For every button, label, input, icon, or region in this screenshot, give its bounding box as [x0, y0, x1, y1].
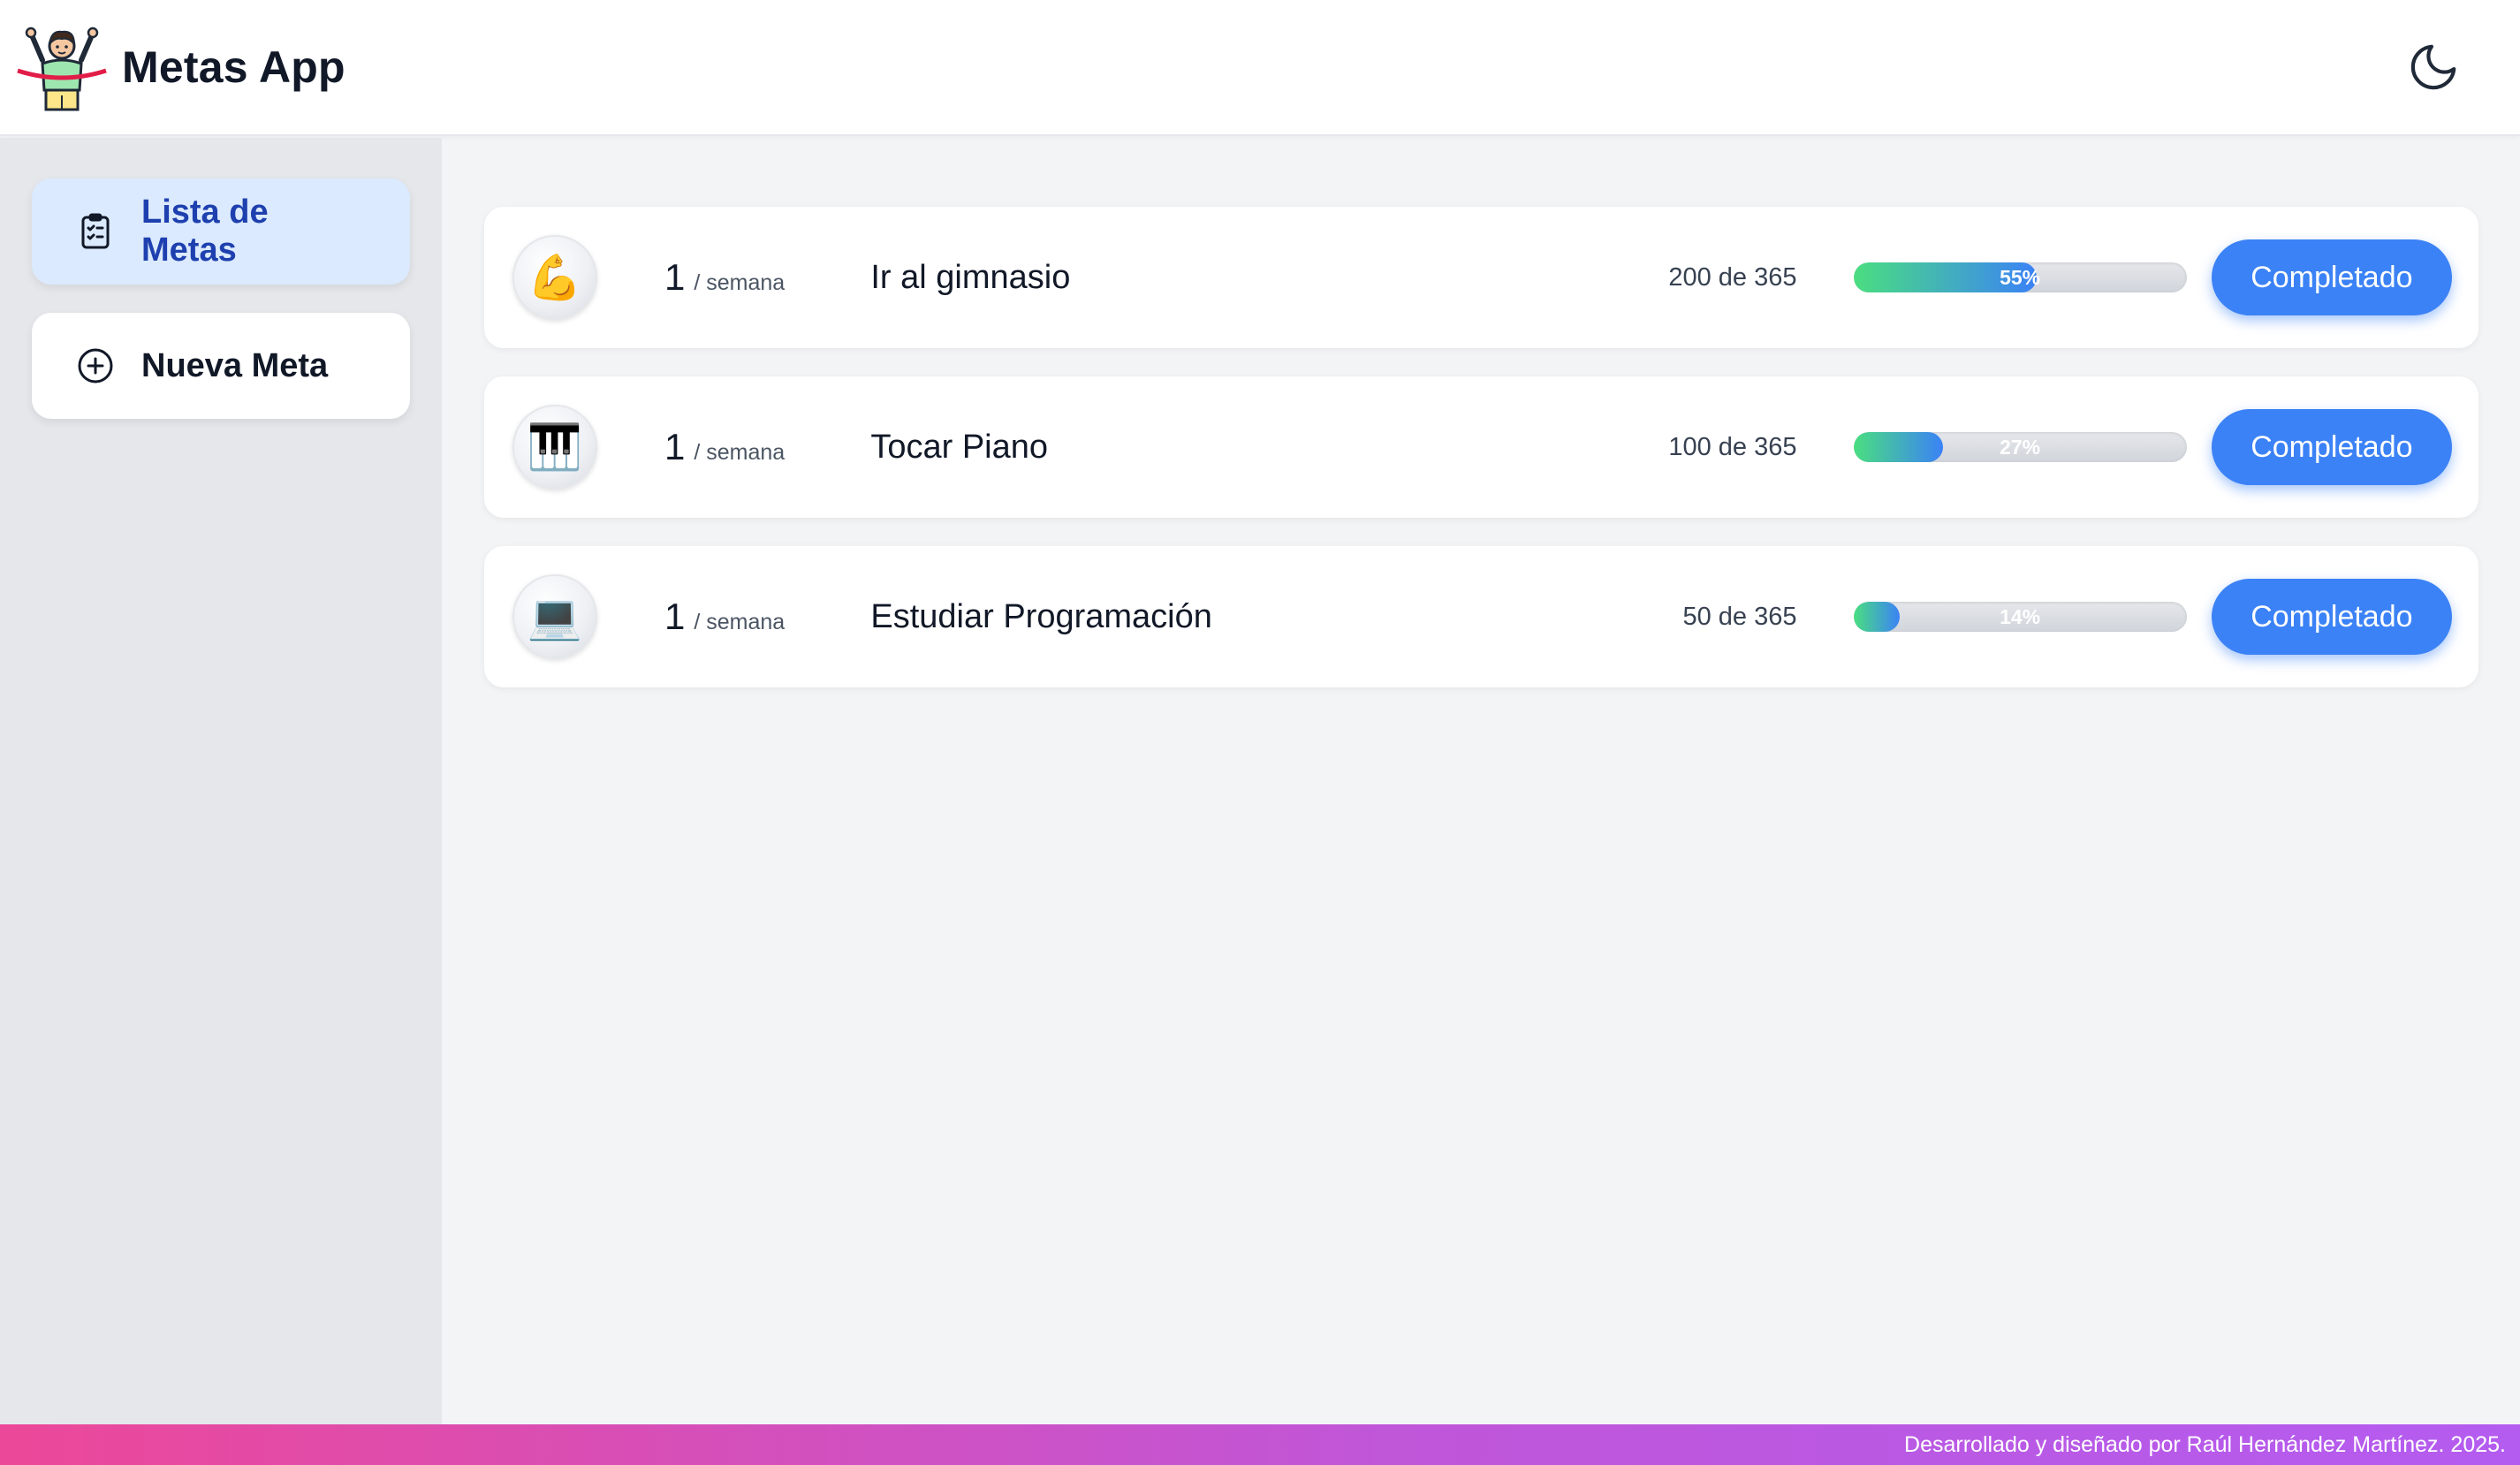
frequency-count: 1 — [664, 596, 686, 637]
frequency-count: 1 — [664, 426, 686, 467]
app-header: Metas App — [0, 0, 2520, 136]
sidebar-item-nueva-meta[interactable]: Nueva Meta — [32, 313, 410, 419]
sidebar-item-label: Lista de Metas — [141, 194, 269, 269]
complete-button[interactable]: Completado — [2211, 239, 2452, 315]
goal-title: Tocar Piano — [870, 428, 1049, 466]
goal-frequency: 1 / semana — [664, 426, 870, 468]
complete-button[interactable]: Completado — [2211, 409, 2452, 485]
goal-frequency: 1 / semana — [664, 256, 870, 299]
frequency-period: / semana — [694, 440, 786, 465]
progress-bar: 55% — [1853, 262, 2187, 292]
footer: Desarrollado y diseñado por Raúl Hernánd… — [0, 1424, 2520, 1465]
flexed-biceps-icon: 💪 — [512, 235, 597, 320]
goal-progress-count: 200 de 365 — [1668, 262, 1797, 292]
footer-credit: Desarrollado y diseñado por Raúl Hernánd… — [1904, 1431, 2506, 1457]
goal-title: Ir al gimnasio — [870, 258, 1071, 296]
clipboard-list-icon — [81, 213, 110, 249]
progress-percent: 55% — [2000, 265, 2041, 289]
progress-percent: 27% — [2000, 435, 2041, 459]
piano-icon: 🎹 — [512, 405, 597, 490]
goal-card[interactable]: 🎹 1 / semana Tocar Piano 100 de 365 27% … — [484, 376, 2478, 518]
brand[interactable]: Metas App — [16, 21, 345, 113]
app-root: Metas App Lista de Metas Nueva Meta 💪 1 … — [0, 0, 2520, 1465]
goal-progress-count: 100 de 365 — [1668, 432, 1797, 461]
sidebar-item-label: Nueva Meta — [141, 346, 329, 384]
theme-toggle-button[interactable] — [2400, 34, 2467, 101]
progress-bar: 14% — [1853, 602, 2187, 632]
plus-circle-icon — [78, 348, 113, 383]
sidebar: Lista de Metas Nueva Meta — [0, 138, 442, 1424]
frequency-period: / semana — [694, 270, 786, 295]
goals-list: 💪 1 / semana Ir al gimnasio 200 de 365 5… — [442, 138, 2520, 1424]
sidebar-item-lista-de-metas[interactable]: Lista de Metas — [32, 178, 410, 285]
goal-card[interactable]: 💻 1 / semana Estudiar Programación 50 de… — [484, 546, 2478, 687]
laptop-icon: 💻 — [512, 574, 597, 659]
frequency-period: / semana — [694, 610, 786, 634]
complete-button[interactable]: Completado — [2211, 579, 2452, 655]
moon-icon — [2410, 44, 2456, 90]
progress-percent: 14% — [2000, 604, 2041, 628]
goal-card[interactable]: 💪 1 / semana Ir al gimnasio 200 de 365 5… — [484, 207, 2478, 348]
app-title: Metas App — [122, 42, 345, 92]
goal-progress-count: 50 de 365 — [1682, 602, 1797, 631]
finish-line-runner-logo — [17, 27, 107, 111]
frequency-count: 1 — [664, 256, 686, 298]
progress-bar: 27% — [1853, 432, 2187, 462]
goal-title: Estudiar Programación — [870, 597, 1212, 635]
goal-frequency: 1 / semana — [664, 596, 870, 638]
